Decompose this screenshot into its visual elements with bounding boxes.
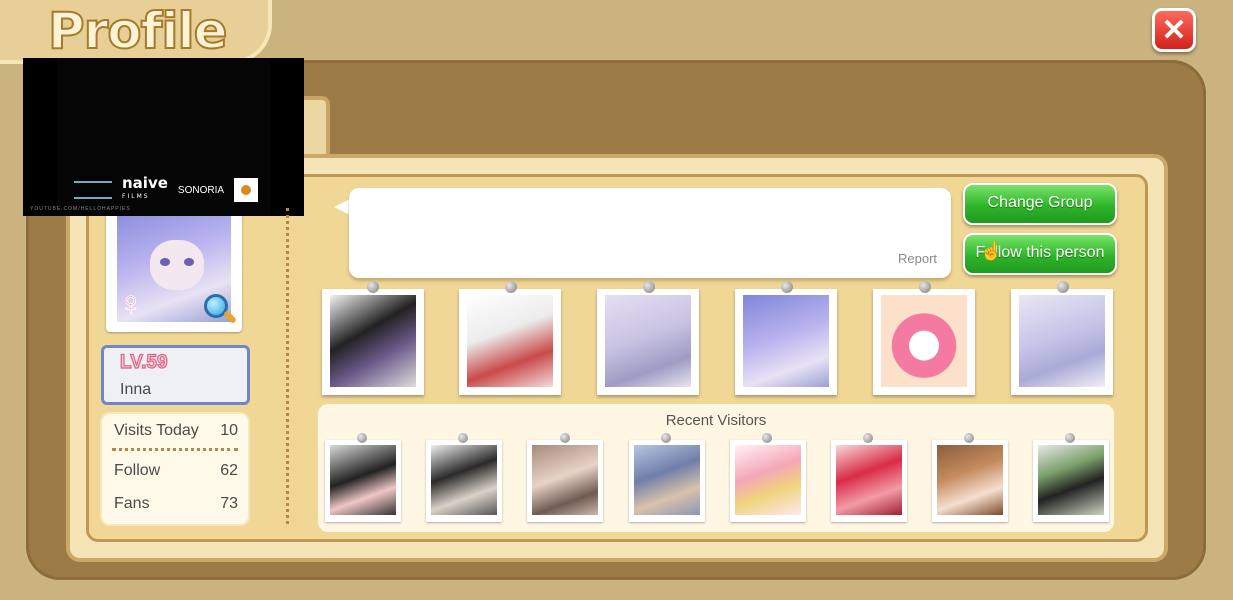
studio-logo-icon bbox=[74, 181, 112, 199]
video-logos: naive FILMS SONORIA bbox=[74, 174, 259, 204]
close-icon: ✕ bbox=[1161, 13, 1187, 47]
magnifier-icon[interactable] bbox=[204, 294, 238, 328]
stat-fans: Fans 73 bbox=[114, 495, 238, 513]
level-box: LV.59 Inna bbox=[101, 345, 250, 405]
pin-icon bbox=[863, 433, 873, 443]
pin-icon bbox=[1057, 281, 1069, 293]
photo-wall-item[interactable] bbox=[597, 289, 699, 395]
naive-logo: naive FILMS bbox=[122, 174, 168, 201]
stats-panel: Visits Today 10 Follow 62 Fans 73 bbox=[100, 412, 250, 526]
avatar-eye-left bbox=[160, 258, 170, 266]
level-badge: LV.59 bbox=[119, 351, 168, 373]
badge-logo-icon bbox=[234, 178, 259, 202]
video-url: YOUTUBE.COM/HELLOHAPPIES bbox=[30, 206, 131, 212]
visitor-avatar[interactable] bbox=[932, 440, 1008, 522]
photo-wall-item[interactable] bbox=[1011, 289, 1113, 395]
title-tab: Profile bbox=[0, 0, 272, 64]
pin-icon bbox=[964, 433, 974, 443]
visitor-avatar[interactable] bbox=[527, 440, 603, 522]
recent-visitors-title: Recent Visitors bbox=[665, 412, 767, 429]
pin-icon bbox=[357, 433, 367, 443]
sonoria-logo: SONORIA bbox=[177, 184, 225, 196]
pin-icon bbox=[560, 433, 570, 443]
visitor-avatar[interactable] bbox=[831, 440, 907, 522]
photo-wall-item[interactable] bbox=[873, 289, 975, 395]
visitor-avatar[interactable] bbox=[629, 440, 705, 522]
stat-value: 73 bbox=[220, 495, 238, 512]
pin-icon bbox=[919, 281, 931, 293]
visitor-avatar[interactable] bbox=[730, 440, 806, 522]
hand-pointer-icon: ☝ bbox=[980, 241, 1003, 261]
vertical-divider bbox=[286, 208, 289, 524]
stat-value: 10 bbox=[220, 422, 238, 439]
photo-wall-item[interactable] bbox=[459, 289, 561, 395]
pin-icon bbox=[643, 281, 655, 293]
female-icon: ♀ bbox=[118, 285, 145, 323]
pin-icon bbox=[458, 433, 468, 443]
bubble-tail bbox=[334, 199, 350, 215]
visitor-avatar[interactable] bbox=[325, 440, 401, 522]
photo-wall-item[interactable] bbox=[735, 289, 837, 395]
page-title: Profile bbox=[47, 1, 229, 61]
pin-icon bbox=[781, 281, 793, 293]
stat-value: 62 bbox=[220, 462, 238, 479]
pin-icon bbox=[1065, 433, 1075, 443]
stat-label: Visits Today bbox=[114, 422, 199, 439]
pin-icon bbox=[762, 433, 772, 443]
visitor-avatar[interactable] bbox=[426, 440, 502, 522]
close-button[interactable]: ✕ bbox=[1152, 8, 1196, 52]
photo-wall-item[interactable] bbox=[322, 289, 424, 395]
report-link[interactable]: Report bbox=[898, 251, 937, 266]
change-group-button[interactable]: Change Group bbox=[963, 183, 1117, 225]
pin-icon bbox=[367, 281, 379, 293]
avatar-eye-right bbox=[184, 258, 194, 266]
visitor-avatar[interactable] bbox=[1033, 440, 1109, 522]
avatar-face bbox=[150, 240, 204, 290]
stat-follow: Follow 62 bbox=[114, 462, 238, 480]
stats-divider bbox=[112, 448, 238, 451]
user-name: Inna bbox=[120, 381, 152, 398]
pin-icon bbox=[505, 281, 517, 293]
pin-icon bbox=[661, 433, 671, 443]
stat-label: Follow bbox=[114, 462, 161, 479]
stat-visits-today: Visits Today 10 bbox=[114, 422, 238, 440]
message-bubble[interactable] bbox=[349, 188, 951, 278]
stat-label: Fans bbox=[114, 495, 150, 512]
